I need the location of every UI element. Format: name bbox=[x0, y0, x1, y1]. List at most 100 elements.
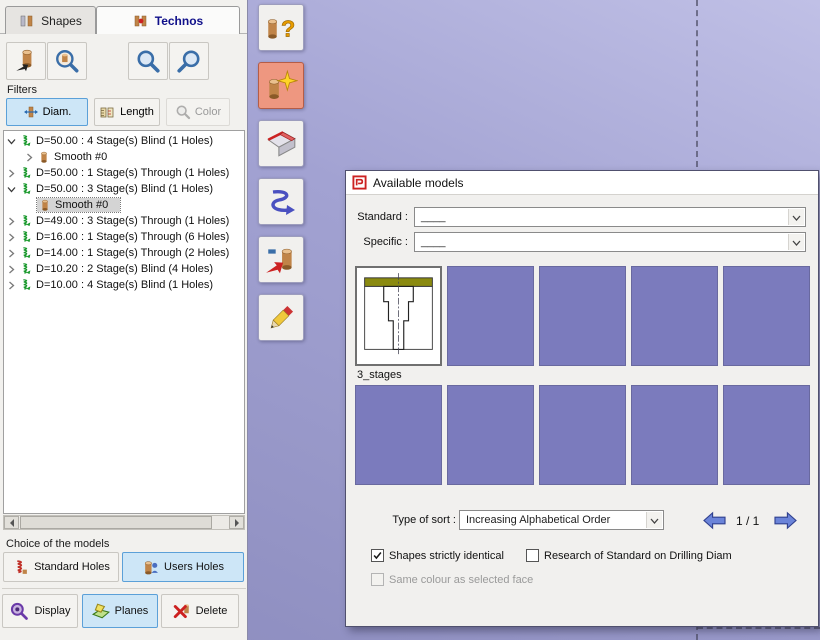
tree-item[interactable]: D=50.00 : 3 Stage(s) Blind (1 Holes) bbox=[4, 181, 244, 197]
tool-transfer-button[interactable] bbox=[258, 178, 304, 225]
checkbox-checked[interactable] bbox=[371, 549, 384, 562]
hole-coil-icon bbox=[19, 246, 33, 260]
standard-field-label: Standard : bbox=[346, 211, 408, 223]
tree-item-label: D=50.00 : 4 Stage(s) Blind (1 Holes) bbox=[36, 135, 213, 147]
ruler-icon bbox=[100, 104, 116, 120]
shapes-strictly-identical-label: Shapes strictly identical bbox=[389, 550, 504, 562]
tree-item[interactable]: D=50.00 : 1 Stage(s) Through (1 Holes) bbox=[4, 165, 244, 181]
tree-item[interactable]: D=14.00 : 1 Stage(s) Through (2 Holes) bbox=[4, 245, 244, 261]
model-slot-empty bbox=[723, 385, 810, 485]
research-standard-drilling-checkbox[interactable]: Research of Standard on Drilling Diam bbox=[526, 549, 732, 562]
chevron-right-icon[interactable] bbox=[7, 265, 16, 274]
cylinder-question-icon bbox=[264, 11, 298, 45]
cylinder-star-icon bbox=[264, 69, 298, 103]
search-hole-button[interactable] bbox=[47, 42, 87, 80]
chevron-right-icon[interactable] bbox=[7, 281, 16, 290]
research-standard-drilling-label: Research of Standard on Drilling Diam bbox=[544, 550, 732, 562]
tool-create-hole-button[interactable] bbox=[258, 62, 304, 109]
color-magnifier-icon bbox=[175, 104, 191, 120]
check-icon bbox=[372, 549, 383, 562]
tool-apply-hole-button[interactable] bbox=[258, 236, 304, 283]
export-hole-button[interactable] bbox=[6, 42, 46, 80]
sort-dropdown-value: Increasing Alphabetical Order bbox=[466, 514, 610, 526]
chevron-right-icon[interactable] bbox=[7, 249, 16, 258]
checkbox-disabled bbox=[371, 573, 384, 586]
display-label: Display bbox=[34, 605, 70, 617]
users-holes-button[interactable]: Users Holes bbox=[122, 552, 244, 582]
standard-holes-icon bbox=[12, 559, 29, 576]
sort-dropdown[interactable]: Increasing Alphabetical Order bbox=[459, 510, 664, 530]
hole-coil-icon bbox=[19, 214, 33, 228]
tree-item-selected[interactable]: Smooth #0 bbox=[4, 197, 244, 213]
tree-item-label: Smooth #0 bbox=[54, 151, 107, 163]
planes-button[interactable]: Planes bbox=[82, 594, 158, 628]
hole-coil-icon bbox=[19, 166, 33, 180]
previous-page-button[interactable] bbox=[701, 510, 728, 531]
chevron-right-icon[interactable] bbox=[7, 217, 16, 226]
tree-item[interactable]: D=50.00 : 4 Stage(s) Blind (1 Holes) bbox=[4, 133, 244, 149]
tree-horizontal-scrollbar[interactable] bbox=[3, 515, 245, 530]
chevron-down-icon[interactable] bbox=[7, 137, 16, 146]
chevron-right-icon[interactable] bbox=[25, 153, 34, 162]
model-slot-empty bbox=[355, 385, 442, 485]
chevron-right-icon[interactable] bbox=[7, 233, 16, 242]
tree-item-label: D=14.00 : 1 Stage(s) Through (2 Holes) bbox=[36, 247, 229, 259]
standard-holes-label: Standard Holes bbox=[34, 561, 110, 573]
tab-technos[interactable]: Technos bbox=[96, 6, 240, 34]
tool-select-face-button[interactable] bbox=[258, 120, 304, 167]
shapes-icon bbox=[19, 13, 35, 29]
filter-length-label: Length bbox=[120, 106, 154, 118]
tree-item-label: D=16.00 : 1 Stage(s) Through (6 Holes) bbox=[36, 231, 229, 243]
specific-field-label: Specific : bbox=[346, 236, 408, 248]
tree-item[interactable]: D=10.00 : 4 Stage(s) Blind (1 Holes) bbox=[4, 277, 244, 293]
checkbox-unchecked[interactable] bbox=[526, 549, 539, 562]
tab-shapes-label: Shapes bbox=[41, 14, 82, 28]
standard-holes-button[interactable]: Standard Holes bbox=[3, 552, 119, 582]
tab-shapes[interactable]: Shapes bbox=[5, 6, 96, 34]
hole-section-drawing bbox=[357, 268, 440, 364]
filter-color-button: Color bbox=[166, 98, 230, 126]
filters-label: Filters bbox=[7, 84, 37, 96]
scroll-right-button[interactable] bbox=[229, 516, 244, 529]
chevron-down-icon bbox=[788, 234, 804, 250]
tree-item-label: D=50.00 : 3 Stage(s) Blind (1 Holes) bbox=[36, 183, 213, 195]
holes-tree: D=50.00 : 4 Stage(s) Blind (1 Holes) Smo… bbox=[3, 130, 245, 514]
dialog-title-bar[interactable]: Available models bbox=[346, 171, 818, 195]
shapes-strictly-identical-checkbox[interactable]: Shapes strictly identical bbox=[371, 549, 504, 562]
specific-dropdown-value: ____ bbox=[421, 236, 445, 248]
next-page-button[interactable] bbox=[772, 510, 799, 531]
tree-item[interactable]: D=49.00 : 3 Stage(s) Through (1 Holes) bbox=[4, 213, 244, 229]
page-indicator: 1 / 1 bbox=[736, 514, 759, 528]
type-of-sort-label: Type of sort : bbox=[384, 514, 456, 526]
standard-dropdown[interactable]: ____ bbox=[414, 207, 806, 227]
model-thumbnail-3-stages[interactable] bbox=[355, 266, 442, 366]
cylinder-arrow-icon bbox=[13, 48, 39, 74]
display-button[interactable]: Display bbox=[2, 594, 78, 628]
zoom-out-button[interactable] bbox=[169, 42, 209, 80]
filter-length-button[interactable]: Length bbox=[94, 98, 160, 126]
hole-coil-icon bbox=[19, 182, 33, 196]
tree-item[interactable]: D=10.20 : 2 Stage(s) Blind (4 Holes) bbox=[4, 261, 244, 277]
holes-panel: Shapes Technos Filters Diam. Length Colo… bbox=[0, 0, 248, 640]
tree-item[interactable]: Smooth #0 bbox=[4, 149, 244, 165]
delete-button[interactable]: Delete bbox=[161, 594, 239, 628]
chevron-right-icon[interactable] bbox=[7, 169, 16, 178]
chevron-down-icon bbox=[646, 512, 662, 528]
tree-item[interactable]: D=16.00 : 1 Stage(s) Through (6 Holes) bbox=[4, 229, 244, 245]
filter-diameter-button[interactable]: Diam. bbox=[6, 98, 88, 126]
caliper-icon bbox=[23, 104, 39, 120]
magnifier-flipped-icon bbox=[176, 48, 202, 74]
zoom-in-button[interactable] bbox=[128, 42, 168, 80]
scrollbar-thumb[interactable] bbox=[20, 516, 212, 529]
standard-dropdown-value: ____ bbox=[421, 211, 445, 223]
chevron-down-icon[interactable] bbox=[7, 185, 16, 194]
model-thumbnail-label: 3_stages bbox=[357, 369, 402, 381]
tree-selection: Smooth #0 bbox=[37, 198, 120, 212]
users-holes-label: Users Holes bbox=[164, 561, 224, 573]
model-slot-empty bbox=[723, 266, 810, 366]
tool-analyze-holes-button[interactable] bbox=[258, 4, 304, 51]
specific-dropdown[interactable]: ____ bbox=[414, 232, 806, 252]
model-grid: 3_stages bbox=[355, 266, 811, 486]
scroll-left-button[interactable] bbox=[4, 516, 19, 529]
tool-edit-button[interactable] bbox=[258, 294, 304, 341]
